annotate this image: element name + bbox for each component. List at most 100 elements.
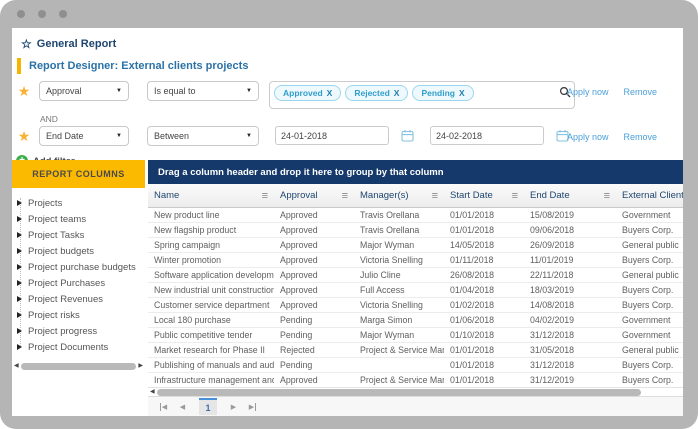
- sidebar-item-project-budgets[interactable]: Project budgets: [12, 243, 145, 259]
- table-cell: 22/11/2018: [524, 270, 616, 280]
- filter-tag[interactable]: ApprovedX: [274, 85, 341, 101]
- window-dot[interactable]: [38, 10, 46, 18]
- filter-actions: Apply now Remove: [567, 87, 657, 97]
- tree-expand-icon[interactable]: [17, 328, 22, 334]
- table-row[interactable]: Winter promotionApprovedVictoria Snellin…: [148, 253, 683, 268]
- column-menu-icon[interactable]: ≡: [512, 190, 518, 202]
- tree-expand-icon[interactable]: [17, 280, 22, 286]
- window-titlebar: [0, 0, 698, 28]
- tree-expand-icon[interactable]: [17, 264, 22, 270]
- favorite-star-icon[interactable]: ☆: [21, 39, 32, 50]
- calendar-icon[interactable]: [401, 129, 414, 147]
- sidebar-item-project-risks[interactable]: Project risks: [12, 307, 145, 323]
- sidebar-item-project-documents[interactable]: Project Documents: [12, 339, 145, 355]
- tree-expand-icon[interactable]: [17, 296, 22, 302]
- current-page-button[interactable]: 1: [199, 398, 217, 415]
- table-row[interactable]: Publishing of manuals and audioPending01…: [148, 358, 683, 373]
- remove-tag-icon[interactable]: X: [394, 88, 400, 98]
- tree-expand-icon[interactable]: [17, 312, 22, 318]
- scrollbar-thumb[interactable]: [157, 389, 641, 396]
- chevron-down-icon: ▼: [246, 88, 252, 94]
- tree-expand-icon[interactable]: [17, 200, 22, 206]
- filter-operator-select[interactable]: Between ▼: [147, 126, 259, 146]
- scrollbar-thumb[interactable]: [21, 363, 137, 370]
- sidebar-item-project-tasks[interactable]: Project Tasks: [12, 227, 145, 243]
- date-to-input[interactable]: [430, 126, 544, 145]
- table-row[interactable]: Spring campaignApprovedMajor Wyman14/05/…: [148, 238, 683, 253]
- column-menu-icon[interactable]: ≡: [604, 190, 610, 202]
- previous-page-button[interactable]: ◀: [175, 399, 190, 414]
- window-dot[interactable]: [17, 10, 25, 18]
- tree-expand-icon[interactable]: [17, 216, 22, 222]
- filter-field-select[interactable]: Approval ▼: [39, 81, 129, 101]
- sidebar-item-project-progress[interactable]: Project progress: [12, 323, 145, 339]
- column-menu-icon[interactable]: ≡: [342, 190, 348, 202]
- column-header-approval[interactable]: Approval≡: [274, 184, 354, 207]
- scroll-right-icon[interactable]: ▶: [138, 362, 143, 371]
- sidebar-item-projects[interactable]: Projects: [12, 195, 145, 211]
- table-row[interactable]: New industrial unit constructionApproved…: [148, 283, 683, 298]
- table-row[interactable]: Market research for Phase IIRejectedProj…: [148, 343, 683, 358]
- sidebar-item-project-revenues[interactable]: Project Revenues: [12, 291, 145, 307]
- column-header-start-date[interactable]: Start Date≡: [444, 184, 524, 207]
- table-row[interactable]: Customer service departmentApprovedVicto…: [148, 298, 683, 313]
- table-cell: 31/12/2019: [524, 375, 616, 385]
- filter-star-icon[interactable]: ★: [17, 84, 31, 98]
- filter-values-multiselect[interactable]: ApprovedXRejectedXPendingX: [269, 81, 575, 109]
- sidebar-item-project-teams[interactable]: Project teams: [12, 211, 145, 227]
- column-header-end-date[interactable]: End Date≡: [524, 184, 616, 207]
- table-cell: Project & Service Manager: [354, 345, 444, 355]
- filter-tag[interactable]: PendingX: [412, 85, 473, 101]
- remove-link[interactable]: Remove: [623, 132, 657, 142]
- filter-tag[interactable]: RejectedX: [345, 85, 408, 101]
- first-page-button[interactable]: ◀: [156, 399, 171, 414]
- table-cell: Buyers Corp.: [616, 285, 683, 295]
- table-horizontal-scrollbar[interactable]: ◀: [148, 387, 683, 396]
- table-cell: 31/05/2018: [524, 345, 616, 355]
- table-cell: Government: [616, 315, 683, 325]
- next-page-button[interactable]: ▶: [226, 399, 241, 414]
- table-cell: 01/11/2018: [444, 255, 524, 265]
- table-row[interactable]: Public competitive tenderPendingMajor Wy…: [148, 328, 683, 343]
- table-cell: Government: [616, 330, 683, 340]
- remove-tag-icon[interactable]: X: [459, 88, 465, 98]
- scroll-left-icon[interactable]: ◀: [14, 362, 19, 371]
- tree-expand-icon[interactable]: [17, 344, 22, 350]
- report-designer-title: Report Designer: External clients projec…: [29, 60, 248, 72]
- remove-tag-icon[interactable]: X: [327, 88, 333, 98]
- table-row[interactable]: Local 180 purchasePendingMarga Simon01/0…: [148, 313, 683, 328]
- sidebar-horizontal-scrollbar[interactable]: ◀ ▶: [12, 362, 145, 371]
- sidebar-item-label: Project Documents: [28, 342, 108, 353]
- column-header-label: Manager(s): [360, 190, 409, 201]
- column-header-manager-s-[interactable]: Manager(s) ≡: [354, 184, 444, 207]
- column-header-name[interactable]: Name≡: [148, 184, 274, 207]
- table-cell: Buyers Corp.: [616, 255, 683, 265]
- table-row[interactable]: Software application developmenApprovedJ…: [148, 268, 683, 283]
- column-menu-icon[interactable]: ≡: [432, 190, 438, 202]
- date-from-input[interactable]: [275, 126, 389, 145]
- tree-expand-icon[interactable]: [17, 232, 22, 238]
- last-page-button[interactable]: ▶: [245, 399, 260, 414]
- table-row[interactable]: New product lineApprovedTravis Orellana0…: [148, 208, 683, 223]
- table-header-row: Name≡Approval≡Manager(s)≡Start Date≡End …: [148, 184, 683, 208]
- table-cell: Marga Simon: [354, 315, 444, 325]
- report-grid: Drag a column header and drop it here to…: [148, 160, 683, 416]
- column-menu-icon[interactable]: ≡: [262, 190, 268, 202]
- table-row[interactable]: Infrastructure management and iApprovedP…: [148, 373, 683, 387]
- table-cell: Rejected: [274, 345, 354, 355]
- filter-field-select[interactable]: End Date ▼: [39, 126, 129, 146]
- remove-link[interactable]: Remove: [623, 87, 657, 97]
- column-header-external-client[interactable]: External Client: [616, 184, 683, 207]
- apply-now-link[interactable]: Apply now: [567, 87, 609, 97]
- browser-window: ☆ General Report Report Designer: Extern…: [0, 0, 698, 429]
- sidebar-item-project-purchases[interactable]: Project Purchases: [12, 275, 145, 291]
- tree-expand-icon[interactable]: [17, 248, 22, 254]
- window-dot[interactable]: [59, 10, 67, 18]
- filter-star-icon[interactable]: ★: [17, 129, 31, 143]
- sidebar-item-label: Project purchase budgets: [28, 262, 136, 273]
- filter-operator-select[interactable]: Is equal to ▼: [147, 81, 259, 101]
- group-by-drop-zone[interactable]: Drag a column header and drop it here to…: [148, 160, 683, 184]
- apply-now-link[interactable]: Apply now: [567, 132, 609, 142]
- sidebar-item-project-purchase-budgets[interactable]: Project purchase budgets: [12, 259, 145, 275]
- table-row[interactable]: New flagship productApprovedTravis Orell…: [148, 223, 683, 238]
